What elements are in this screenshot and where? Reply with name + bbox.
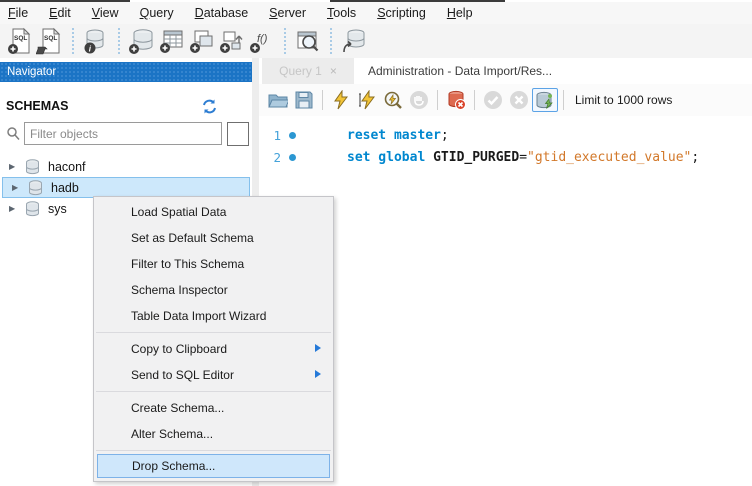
chevron-right-icon[interactable]: ▶: [12, 183, 22, 192]
code-text: reset master;: [347, 128, 449, 143]
save-script-icon[interactable]: [291, 88, 317, 112]
code-line-2: 2 set global GTID_PURGED="gtid_executed_…: [259, 146, 752, 168]
chevron-right-icon[interactable]: ▶: [9, 162, 19, 171]
explain-plan-icon[interactable]: [380, 88, 406, 112]
tab-query-1[interactable]: Query 1 ×: [262, 58, 354, 84]
line-number: 1: [259, 128, 281, 143]
menu-item-schema-inspector[interactable]: Schema Inspector: [94, 277, 333, 303]
refresh-schemas-icon[interactable]: [201, 98, 219, 116]
menu-edit[interactable]: Edit: [49, 6, 71, 20]
execute-statement-icon[interactable]: [328, 88, 354, 112]
sql-editor-toolbar: Limit to 1000 rows: [259, 84, 752, 116]
editor-tab-bar: Query 1 × Administration - Data Import/R…: [259, 58, 752, 84]
menu-item-copy-to-clipboard[interactable]: Copy to Clipboard: [94, 336, 333, 362]
tree-item-label: sys: [48, 202, 67, 216]
rollback-icon: [506, 88, 532, 112]
limit-rows-dropdown[interactable]: Limit to 1000 rows: [575, 93, 672, 107]
open-script-icon[interactable]: [265, 88, 291, 112]
open-sql-file-icon[interactable]: SQL: [35, 26, 65, 56]
menu-item-set-as-default-schema[interactable]: Set as Default Schema: [94, 225, 333, 251]
menu-file[interactable]: File: [8, 6, 28, 20]
tree-item-label: hadb: [51, 181, 79, 195]
code-text: set global GTID_PURGED="gtid_executed_va…: [347, 150, 699, 165]
code-line-1: 1 reset master;: [259, 124, 752, 146]
menu-item-send-to-sql-editor[interactable]: Send to SQL Editor: [94, 362, 333, 388]
filter-row: [0, 122, 252, 146]
menu-bar: File Edit View Query Database Server Too…: [0, 2, 752, 24]
toolbar-separator: [322, 90, 323, 110]
tab-administration-data-import[interactable]: Administration - Data Import/Res...: [358, 58, 562, 84]
menu-item-drop-schema[interactable]: Drop Schema...: [97, 454, 330, 478]
filter-side-button[interactable]: [227, 122, 249, 146]
menu-item-create-schema[interactable]: Create Schema...: [94, 395, 333, 421]
menu-item-load-spatial-data[interactable]: Load Spatial Data: [94, 199, 333, 225]
tab-label: Administration - Data Import/Res...: [368, 64, 552, 78]
create-function-icon[interactable]: f(): [247, 26, 277, 56]
toolbar-separator: [437, 90, 438, 110]
menu-scripting[interactable]: Scripting: [377, 6, 426, 20]
tree-item-label: haconf: [48, 160, 86, 174]
schema-icon: [25, 201, 40, 217]
navigator-panel-header[interactable]: Navigator: [0, 62, 252, 82]
filter-objects-input[interactable]: [24, 122, 222, 145]
menu-item-filter-to-this-schema[interactable]: Filter to This Schema: [94, 251, 333, 277]
menu-database[interactable]: Database: [195, 6, 249, 20]
menu-item-alter-schema[interactable]: Alter Schema...: [94, 421, 333, 447]
chevron-right-icon[interactable]: ▶: [9, 204, 19, 213]
create-procedure-icon[interactable]: [217, 26, 247, 56]
new-sql-tab-icon[interactable]: SQL: [5, 26, 35, 56]
schema-icon: [25, 159, 40, 175]
schemas-title: SCHEMAS: [6, 99, 69, 113]
tree-item-hadb[interactable]: ▶ hadb: [2, 177, 250, 198]
main-toolbar: SQL SQL i: [0, 24, 752, 58]
schema-icon: [28, 180, 43, 196]
toggle-autocommit-icon[interactable]: [532, 88, 558, 112]
commit-icon: [480, 88, 506, 112]
reconnect-dbms-icon[interactable]: [339, 26, 369, 56]
create-view-icon[interactable]: [187, 26, 217, 56]
svg-text:f(): f(): [257, 33, 268, 45]
toolbar-separator: [474, 90, 475, 110]
svg-text:SQL: SQL: [44, 35, 57, 42]
stop-query-icon: [406, 88, 432, 112]
svg-text:SQL: SQL: [14, 35, 27, 42]
statement-marker-icon: [289, 154, 296, 161]
submenu-arrow-icon: [315, 370, 321, 378]
tree-item-haconf[interactable]: ▶ haconf: [0, 156, 252, 177]
menu-server[interactable]: Server: [269, 6, 306, 20]
menu-tools[interactable]: Tools: [327, 6, 356, 20]
toolbar-separator: [72, 28, 74, 54]
execute-current-statement-icon[interactable]: [354, 88, 380, 112]
menu-item-label: Send to SQL Editor: [131, 368, 234, 382]
toggle-stop-on-error-icon[interactable]: [443, 88, 469, 112]
schema-context-menu: Load Spatial Data Set as Default Schema …: [93, 196, 334, 482]
line-number: 2: [259, 150, 281, 165]
close-icon[interactable]: ×: [330, 64, 337, 78]
menu-item-label: Copy to Clipboard: [131, 342, 227, 356]
search-icon: [6, 126, 20, 146]
toolbar-separator: [563, 90, 564, 110]
create-schema-icon[interactable]: [127, 26, 157, 56]
toolbar-separator: [284, 28, 286, 54]
menu-query[interactable]: Query: [140, 6, 174, 20]
search-table-data-icon[interactable]: [293, 26, 323, 56]
submenu-arrow-icon: [315, 344, 321, 352]
menu-item-table-data-import-wizard[interactable]: Table Data Import Wizard: [94, 303, 333, 329]
menu-separator: [96, 450, 331, 451]
toolbar-separator: [118, 28, 120, 54]
toolbar-separator: [330, 28, 332, 54]
schema-inspector-icon[interactable]: i: [81, 26, 111, 56]
menu-help[interactable]: Help: [447, 6, 473, 20]
menu-separator: [96, 332, 331, 333]
menu-view[interactable]: View: [92, 6, 119, 20]
tab-label: Query 1: [279, 64, 322, 78]
statement-marker-icon: [289, 132, 296, 139]
schemas-section-header: SCHEMAS: [0, 96, 252, 118]
create-table-icon[interactable]: [157, 26, 187, 56]
menu-separator: [96, 391, 331, 392]
